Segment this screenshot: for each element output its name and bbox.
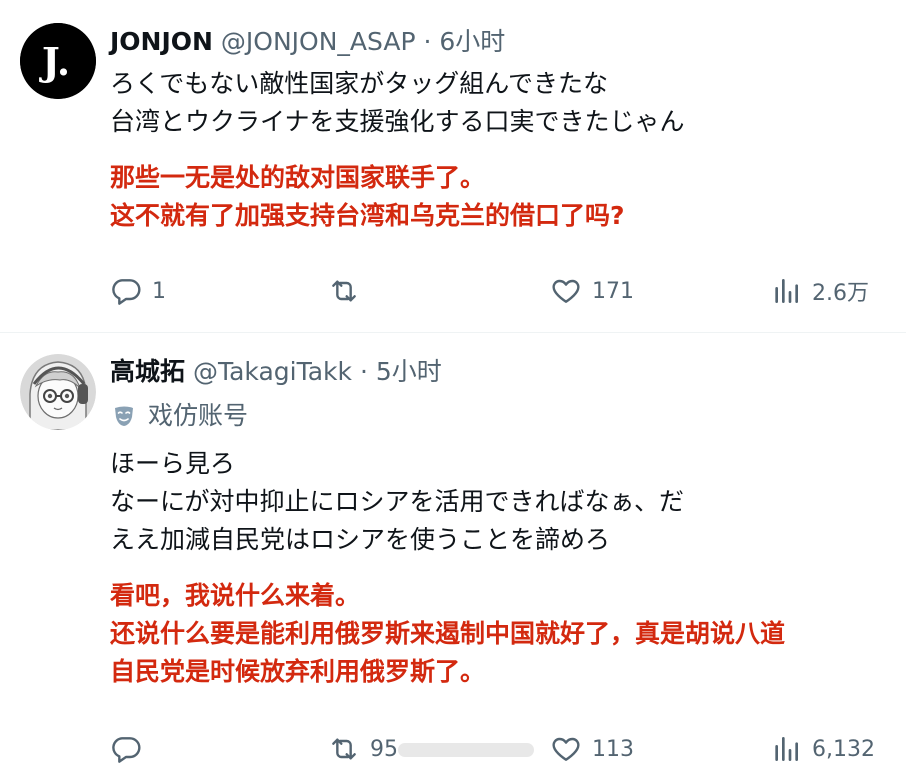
tweet-2[interactable]: 高城拓 @TakagiTakk · 5小时 戏仿账号 ほーら見ろ なーにが対中抑… <box>0 333 906 780</box>
user-handle[interactable]: @TakagiTakk <box>193 357 352 386</box>
body-line-jp: ええ加減自民党はロシアを使うことを諦めろ <box>110 525 611 554</box>
parody-label: 戏仿账号 <box>148 401 249 430</box>
retweet-icon <box>332 280 356 302</box>
watermark-overlay <box>398 743 534 757</box>
translation-line: 还说什么要是能利用俄罗斯来遏制中国就好了，真是胡说八道 <box>110 619 786 648</box>
translation-line: 那些一无是处的敌对国家联手了。 <box>110 163 486 192</box>
display-name[interactable]: JONJON <box>110 27 213 56</box>
reply-button[interactable]: 1 <box>110 271 166 311</box>
translation-block: 看吧，我说什么来着。 还说什么要是能利用俄罗斯来遏制中国就好了，真是胡说八道 自… <box>110 577 886 691</box>
like-count: 113 <box>592 736 634 762</box>
tweet-body: ほーら見ろ なーにが対中抑止にロシアを活用できればなぁ、だ ええ加減自民党はロシ… <box>110 445 886 559</box>
user-handle[interactable]: @JONJON_ASAP <box>221 27 416 56</box>
body-line-jp: ろくでもない敵性国家がタッグ組んできたな <box>110 69 609 98</box>
body-line-jp: なーにが対中抑止にロシアを活用できればなぁ、だ <box>110 487 685 516</box>
views-count: 6,132 <box>812 736 875 762</box>
reply-icon <box>112 737 141 763</box>
views-icon <box>775 279 798 303</box>
body-line-jp: 台湾とウクライナを支援強化する口実できたじゃん <box>110 107 685 136</box>
parody-label-row: 戏仿账号 <box>110 399 886 433</box>
like-button[interactable]: 171 <box>550 271 634 311</box>
tweet-header: JONJON @JONJON_ASAP · 6小时 <box>110 25 886 59</box>
translation-line: 这不就有了加强支持台湾和乌克兰的借口了吗? <box>110 201 625 230</box>
retweet-button[interactable] <box>328 271 370 311</box>
reply-count: 1 <box>152 278 166 304</box>
body-line-jp: ほーら見ろ <box>110 449 236 478</box>
like-button[interactable]: 113 <box>550 729 634 769</box>
like-icon <box>552 279 580 303</box>
tweet-header: 高城拓 @TakagiTakk · 5小时 <box>110 355 886 389</box>
avatar[interactable]: J. <box>20 23 96 99</box>
views-count: 2.6万 <box>812 281 869 306</box>
timestamp[interactable]: 5小时 <box>376 357 442 386</box>
tweet-body: ろくでもない敵性国家がタッグ組んできたな 台湾とウクライナを支援強化する口実でき… <box>110 65 886 141</box>
translation-block: 那些一无是处的敌对国家联手了。 这不就有了加强支持台湾和乌克兰的借口了吗? <box>110 159 886 235</box>
reply-button[interactable] <box>110 729 152 769</box>
tweet-content: 高城拓 @TakagiTakk · 5小时 戏仿账号 ほーら見ろ なーにが対中抑… <box>110 355 886 691</box>
views-icon <box>775 737 798 761</box>
retweet-count: 95 <box>370 736 398 762</box>
avatar[interactable] <box>20 354 96 430</box>
translation-line: 看吧，我说什么来着。 <box>110 581 361 610</box>
views-button[interactable]: 6,132 <box>770 729 875 769</box>
avatar-image: J. <box>20 23 96 99</box>
views-button[interactable]: 2.6万 <box>770 271 869 311</box>
parody-mask-icon <box>115 406 133 426</box>
like-count: 171 <box>592 278 634 304</box>
retweet-button[interactable]: 95 <box>328 729 398 769</box>
like-icon <box>552 737 580 761</box>
display-name[interactable]: 高城拓 <box>110 357 185 386</box>
tweet-content: JONJON @JONJON_ASAP · 6小时 ろくでもない敵性国家がタッグ… <box>110 25 886 235</box>
tweet-1[interactable]: J. JONJON @JONJON_ASAP · 6小时 ろくでもない敵性国家が… <box>0 0 906 333</box>
reply-icon <box>112 279 141 305</box>
action-bar: 1 171 2.6万 <box>110 271 870 311</box>
retweet-icon <box>332 738 356 760</box>
timestamp[interactable]: 6小时 <box>439 27 505 56</box>
separator-dot: · <box>359 357 368 386</box>
avatar-letter: J. <box>39 39 70 84</box>
avatar-image <box>20 354 96 430</box>
translation-line: 自民党是时候放弃利用俄罗斯了。 <box>110 657 486 686</box>
separator-dot: · <box>423 27 432 56</box>
